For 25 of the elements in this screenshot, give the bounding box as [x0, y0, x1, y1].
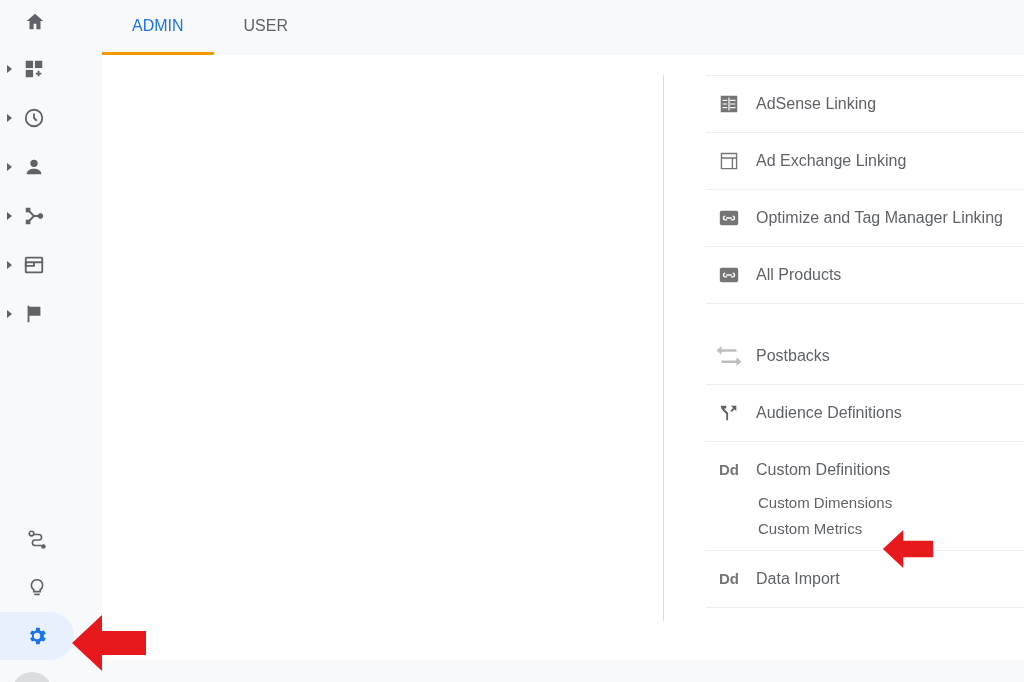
menu-item[interactable]: Postbacks — [706, 328, 1024, 384]
pointer-arrow — [880, 530, 936, 568]
submenu-link[interactable]: Custom Metrics — [758, 516, 863, 542]
tab[interactable]: USER — [213, 0, 318, 55]
menu-item[interactable]: Dd Data Import — [706, 551, 1024, 607]
layout-icon — [718, 150, 740, 172]
menu-item[interactable]: Ad Exchange Linking — [706, 133, 1024, 189]
menu-item-label: Ad Exchange Linking — [756, 151, 907, 171]
nav-item[interactable] — [0, 612, 74, 660]
menu-item[interactable]: Audience Definitions — [706, 385, 1024, 441]
dd-icon: Dd — [719, 567, 739, 591]
menu-item-label: Data Import — [756, 569, 840, 589]
menu-item-label: AdSense Linking — [756, 94, 877, 114]
menu-item-label: Audience Definitions — [756, 403, 902, 423]
menu-item-label: Postbacks — [756, 346, 830, 366]
dd-icon: Dd — [719, 458, 739, 482]
clock-icon — [23, 106, 45, 129]
menu-item[interactable]: All Products — [706, 247, 1024, 303]
menu-item[interactable]: AdSense Linking — [706, 76, 1024, 132]
route-icon — [26, 529, 48, 551]
menu-item-label: Custom Definitions — [756, 460, 891, 480]
list-page-icon — [718, 93, 740, 115]
menu-item[interactable]: Optimize and Tag Manager Linking — [706, 190, 1024, 246]
menu-item-label: Optimize and Tag Manager Linking — [756, 208, 1003, 228]
menu-item-label: All Products — [756, 265, 842, 285]
